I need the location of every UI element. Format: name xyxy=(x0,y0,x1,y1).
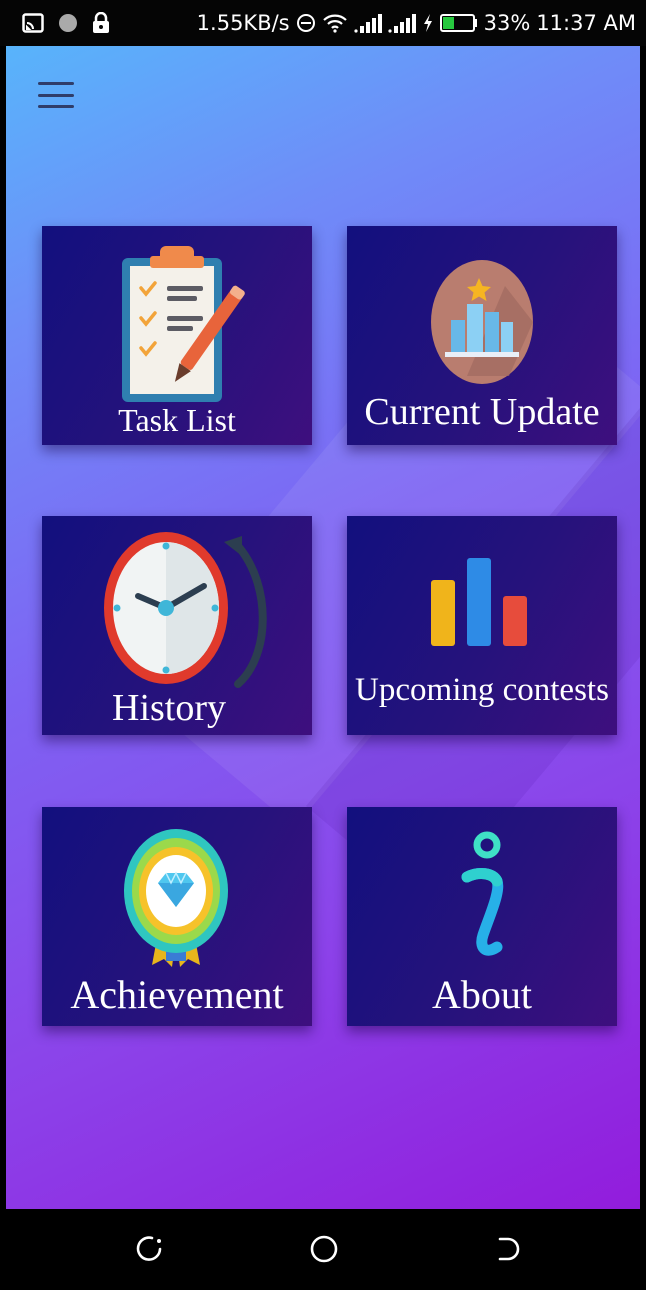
back-button-icon[interactable] xyxy=(494,1233,524,1265)
signal-icon-2 xyxy=(388,14,416,33)
screen-cast-icon xyxy=(22,13,44,33)
lock-icon xyxy=(93,12,109,33)
status-right: 1.55KB/s 33% 11:37 AM xyxy=(197,11,636,35)
achievement-tile[interactable]: Achievement xyxy=(42,807,312,1026)
tile-label: Achievement xyxy=(70,972,284,1017)
about-tile[interactable]: About xyxy=(347,807,617,1026)
menu-line xyxy=(38,105,74,108)
wifi-icon xyxy=(322,14,347,33)
net-speed: 1.55KB/s xyxy=(196,11,290,35)
menu-line xyxy=(38,93,74,97)
upcoming-contests-tile[interactable]: Upcoming contests xyxy=(347,516,617,735)
signal-icon xyxy=(354,14,382,33)
battery-percent: 33% xyxy=(483,11,531,35)
system-nav-bar xyxy=(0,1209,646,1290)
data-saver-icon xyxy=(296,14,315,32)
status-left xyxy=(22,12,110,34)
tile-label: History xyxy=(112,687,226,729)
battery-icon xyxy=(439,14,477,32)
tile-label: Upcoming contests xyxy=(355,672,609,708)
hamburger-menu-icon[interactable] xyxy=(36,80,76,110)
clock: 11:37 AM xyxy=(536,11,636,35)
menu-line xyxy=(38,82,74,85)
recent-apps-icon[interactable] xyxy=(134,1233,164,1265)
status-bar: 1.55KB/s 33% 11:37 AM xyxy=(0,0,646,46)
task-list-tile[interactable]: Task List xyxy=(42,226,312,445)
history-tile[interactable]: History xyxy=(42,516,312,735)
charging-icon xyxy=(423,14,432,32)
record-dot-icon xyxy=(59,14,77,32)
home-screen: Task List Current Update History Upcomin… xyxy=(6,46,640,1209)
home-button-icon[interactable] xyxy=(308,1233,340,1265)
tile-label: Task List xyxy=(118,402,236,438)
tile-label: Current Update xyxy=(364,391,600,433)
current-update-tile[interactable]: Current Update xyxy=(347,226,617,445)
tile-label: About xyxy=(432,972,532,1017)
